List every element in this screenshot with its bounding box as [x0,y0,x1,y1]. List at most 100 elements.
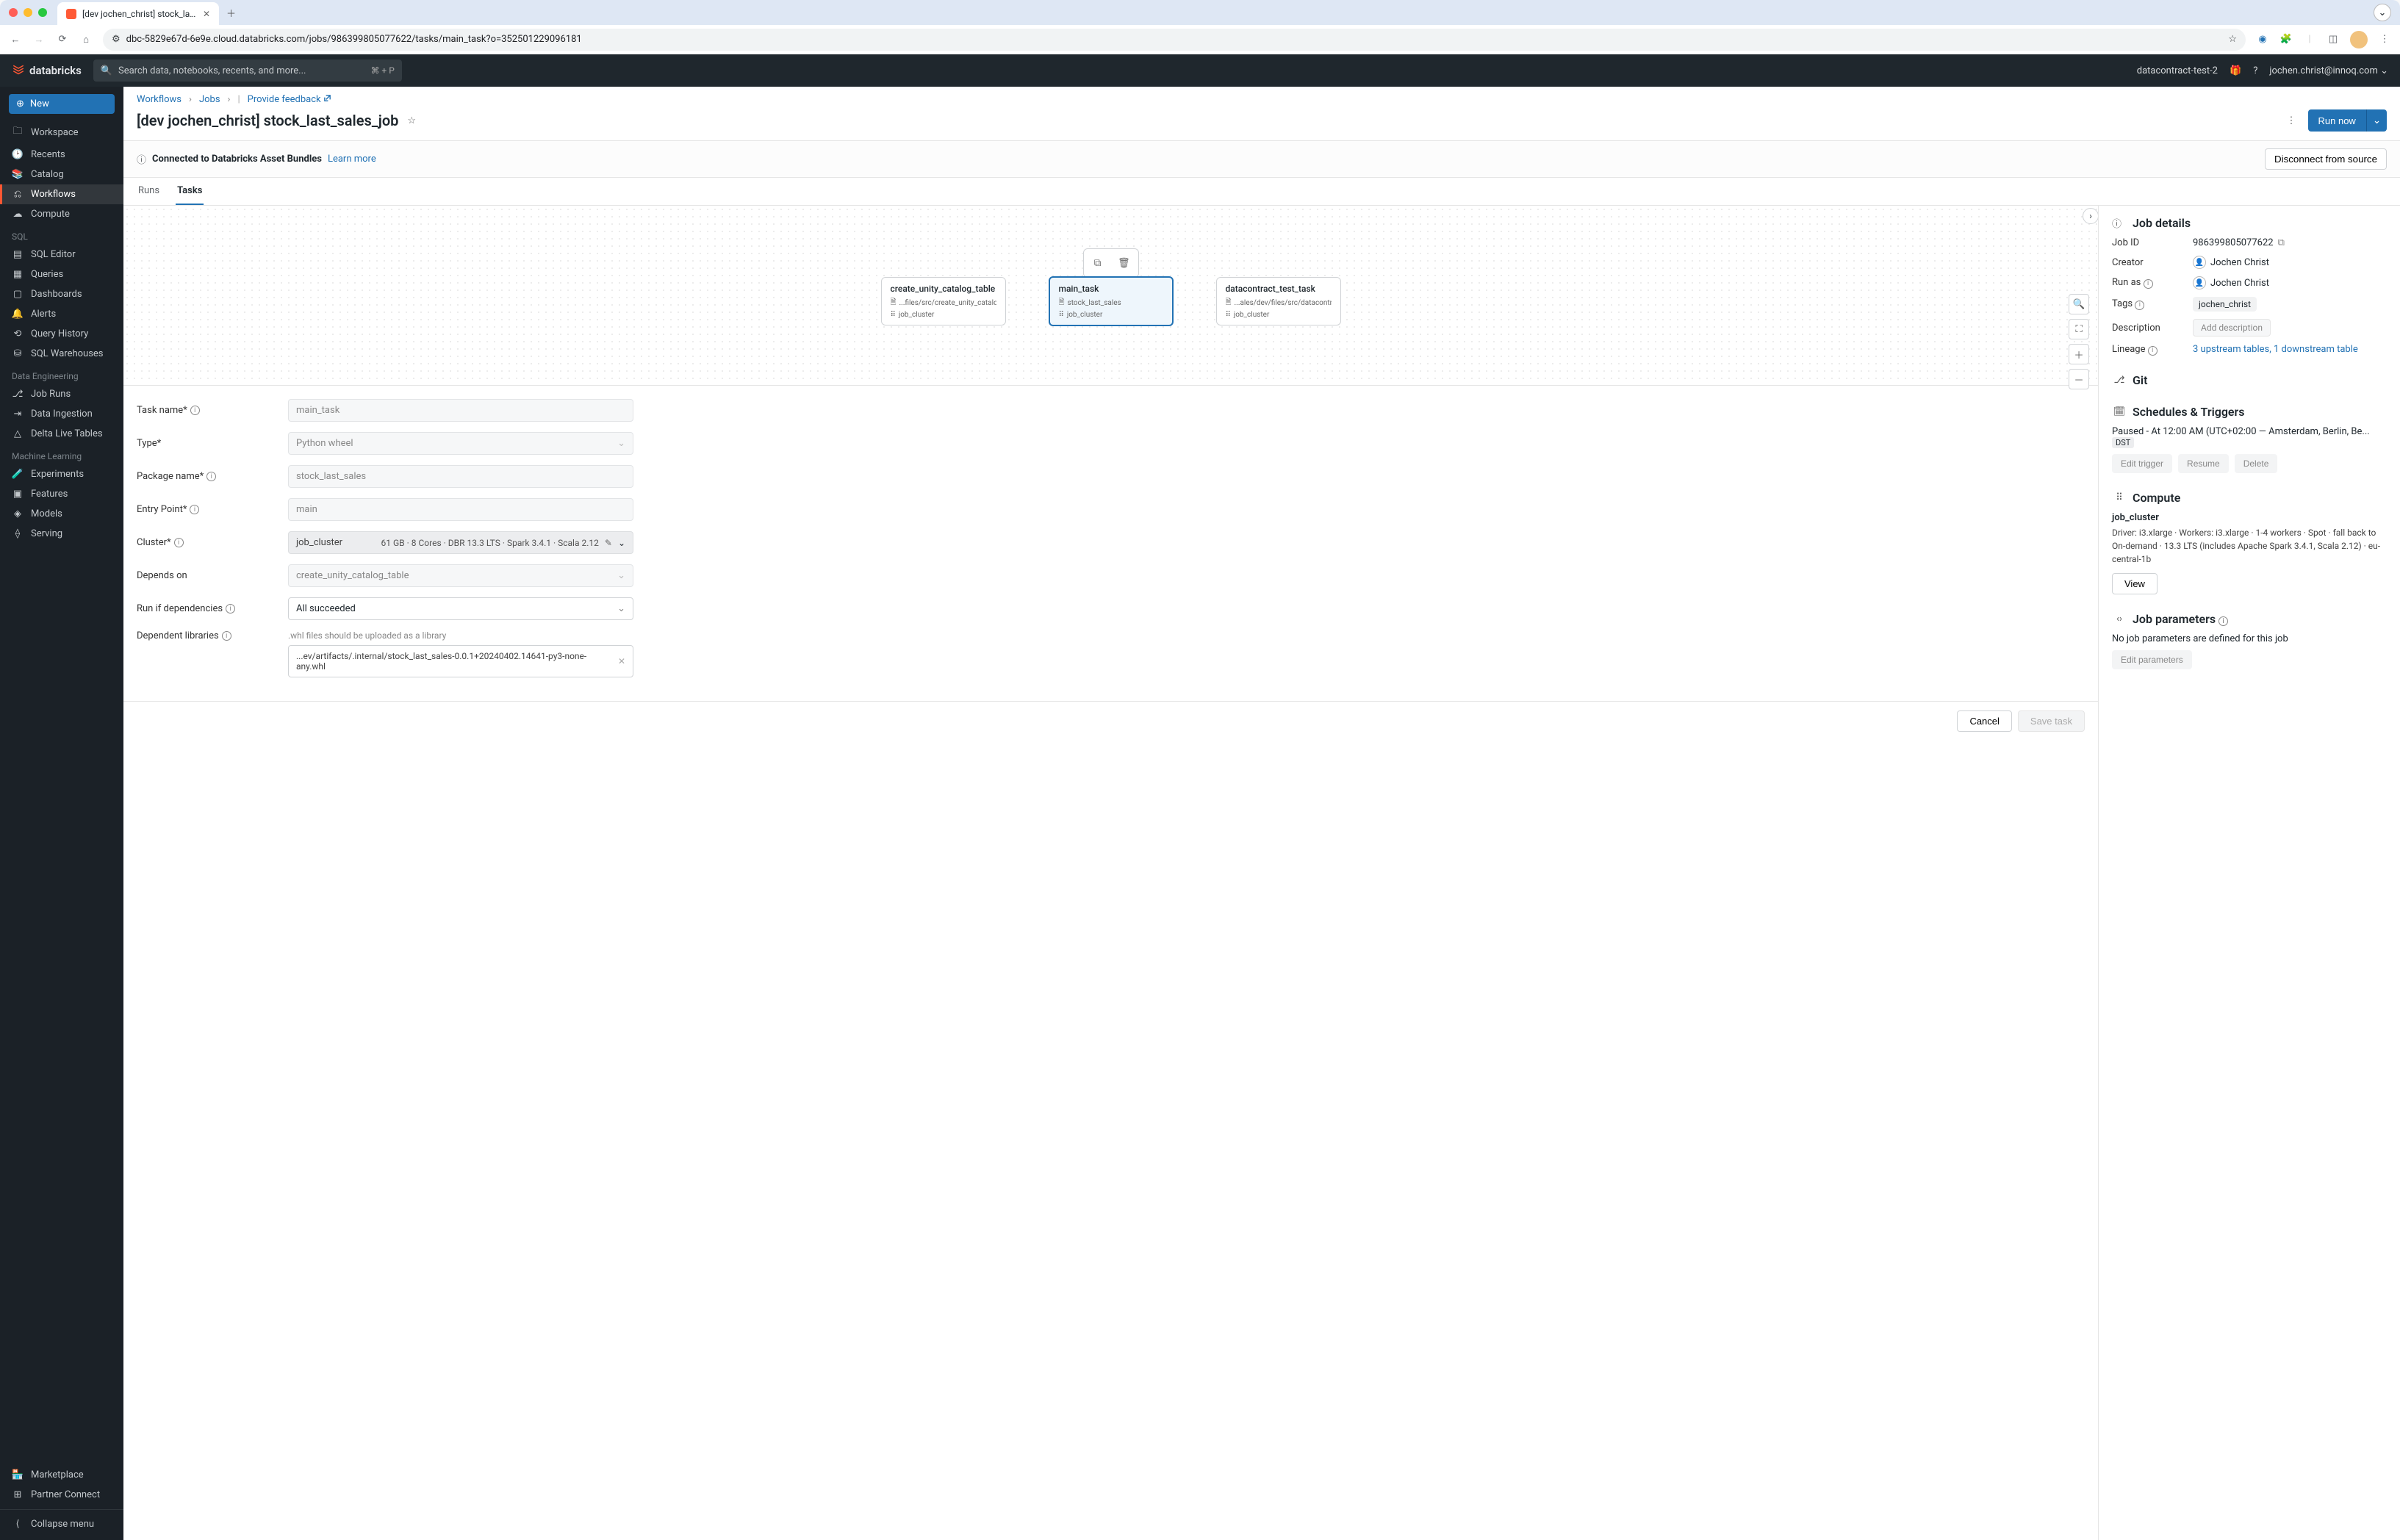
back-icon[interactable]: ← [9,34,22,46]
info-icon[interactable]: i [2135,301,2144,310]
delete-trigger-button[interactable]: Delete [2235,454,2278,473]
add-description-button[interactable]: Add description [2193,319,2271,337]
extensions-puzzle-icon[interactable]: 🧩 [2279,34,2293,45]
sidebar-item-data-ingestion[interactable]: ⇥Data Ingestion [0,404,123,424]
info-icon[interactable]: i [2144,279,2153,289]
new-tab-button[interactable]: ＋ [226,6,236,20]
global-search-input[interactable]: 🔍 Search data, notebooks, recents, and m… [93,60,402,82]
sidebar-item-partner-connect[interactable]: ⊞Partner Connect [0,1485,123,1505]
sidebar-item-serving[interactable]: ⟠Serving [0,524,123,544]
cancel-button[interactable]: Cancel [1957,710,2011,732]
tag-chip[interactable]: jochen_christ [2193,297,2257,312]
side-panel-icon[interactable]: ◫ [2327,34,2340,45]
entry-point-input[interactable]: main [288,498,633,521]
remove-library-icon[interactable]: ✕ [618,656,625,666]
dag-zoom-out-button[interactable]: － [2069,369,2089,389]
lineage-link[interactable]: 3 upstream tables, 1 downstream table [2193,344,2358,355]
copy-task-button[interactable]: ⧉ [1087,252,1109,274]
sidebar-item-experiments[interactable]: 🧪Experiments [0,464,123,484]
window-minimize-icon[interactable] [24,8,32,17]
sidebar-item-delta-live-tables[interactable]: △Delta Live Tables [0,424,123,444]
info-icon[interactable]: i [190,406,200,415]
browser-tab[interactable]: [dev jochen_christ] stock_las... ✕ [57,2,219,26]
type-select[interactable]: Python wheel⌄ [288,432,633,455]
edit-parameters-button[interactable]: Edit parameters [2112,650,2192,669]
favorite-star-icon[interactable]: ☆ [407,115,416,126]
dst-badge: DST [2112,437,2134,448]
sidebar-item-models[interactable]: ◈Models [0,504,123,524]
collapse-details-button[interactable]: › [2083,208,2099,224]
window-close-icon[interactable] [9,8,18,17]
sidebar-item-marketplace[interactable]: 🏪Marketplace [0,1465,123,1485]
sidebar-item-workspace[interactable]: 🗀Workspace [0,120,123,145]
run-now-dropdown[interactable]: ⌄ [2366,109,2387,132]
info-icon[interactable]: i [206,472,216,481]
pencil-icon[interactable]: ✎ [605,538,612,548]
task-node-main-task[interactable]: main_task 🗎stock_last_sales ⠿job_cluster [1049,276,1174,326]
sidebar-item-sql-editor[interactable]: ▤SQL Editor [0,245,123,265]
sidebar-item-compute[interactable]: ☁Compute [0,204,123,224]
reload-icon[interactable]: ⟳ [56,34,69,45]
bookmark-star-icon[interactable]: ☆ [2228,34,2237,45]
sidebar-item-dashboards[interactable]: ▢Dashboards [0,284,123,304]
task-name-input[interactable]: main_task [288,399,633,422]
run-now-button[interactable]: Run now [2308,109,2366,132]
breadcrumb-jobs[interactable]: Jobs [199,94,220,105]
databricks-logo[interactable]: databricks [12,64,82,77]
url-text: dbc-5829e67d-6e9e.cloud.databricks.com/j… [126,34,582,45]
extension-icon[interactable]: ◉ [2256,34,2269,45]
sidebar-item-queries[interactable]: ▦Queries [0,265,123,284]
sidebar-item-workflows[interactable]: ⎌Workflows [0,184,123,204]
workspace-name[interactable]: datacontract-test-2 [2137,65,2218,76]
tab-runs[interactable]: Runs [137,178,161,205]
sidebar-item-catalog[interactable]: 📚Catalog [0,165,123,184]
edit-trigger-button[interactable]: Edit trigger [2112,454,2172,473]
info-icon[interactable]: i [2218,616,2228,626]
tabs-dropdown-icon[interactable]: ⌄ [2374,4,2391,21]
sidebar-item-sql-warehouses[interactable]: ⛁SQL Warehouses [0,344,123,364]
task-node-create-unity-catalog-table[interactable]: create_unity_catalog_table 🗎...files/src… [881,277,1006,325]
chrome-menu-icon[interactable]: ⋮ [2378,34,2391,45]
close-tab-icon[interactable]: ✕ [203,9,210,19]
disconnect-button[interactable]: Disconnect from source [2265,148,2387,170]
help-icon[interactable]: ? [2253,65,2257,76]
kebab-menu-button[interactable]: ⋮ [2280,112,2302,129]
delete-task-button[interactable]: 🗑 [1113,252,1135,274]
home-icon[interactable]: ⌂ [79,34,93,46]
learn-more-link[interactable]: Learn more [328,154,376,165]
sidebar-item-features[interactable]: ▣Features [0,484,123,504]
sidebar-item-collapse-menu[interactable]: ⟨Collapse menu [0,1514,123,1534]
dag-canvas[interactable]: ⧉ 🗑 create_unity_catalog_table 🗎...files… [123,206,2098,386]
dag-zoom-in-button[interactable]: ＋ [2069,344,2089,364]
run-if-select[interactable]: All succeeded⌄ [288,597,633,620]
provide-feedback-link[interactable]: Provide feedback [248,94,331,105]
window-maximize-icon[interactable] [38,8,47,17]
url-bar[interactable]: ⚙ dbc-5829e67d-6e9e.cloud.databricks.com… [103,29,2246,51]
gift-icon[interactable]: 🎁 [2230,65,2241,76]
breadcrumb-workflows[interactable]: Workflows [137,94,182,105]
view-compute-button[interactable]: View [2112,573,2158,594]
dependent-library-input[interactable]: ...ev/artifacts/.internal/stock_last_sal… [288,645,633,677]
new-button[interactable]: ⊕ New [9,94,115,114]
tab-tasks[interactable]: Tasks [176,178,204,205]
sidebar-item-job-runs[interactable]: ⎇Job Runs [0,384,123,404]
copy-icon[interactable]: ⧉ [2278,237,2285,248]
info-icon[interactable]: i [190,505,199,514]
package-name-input[interactable]: stock_last_sales [288,465,633,488]
dag-fullscreen-button[interactable]: ⛶ [2069,319,2089,339]
depends-on-select[interactable]: create_unity_catalog_table⌄ [288,564,633,587]
dag-search-button[interactable]: 🔍 [2069,294,2089,314]
sidebar-item-alerts[interactable]: 🔔Alerts [0,304,123,324]
sidebar-item-query-history[interactable]: ⟲Query History [0,324,123,344]
user-menu[interactable]: jochen.christ@innoq.com ⌄ [2269,65,2388,76]
info-icon[interactable]: i [226,604,235,614]
site-settings-icon[interactable]: ⚙ [112,34,121,45]
info-icon[interactable]: i [2148,346,2158,356]
resume-trigger-button[interactable]: Resume [2178,454,2229,473]
cluster-select[interactable]: job_cluster 61 GB · 8 Cores · DBR 13.3 L… [288,531,633,554]
info-icon[interactable]: i [174,538,184,547]
profile-avatar[interactable] [2350,31,2368,48]
sidebar-item-recents[interactable]: 🕑Recents [0,145,123,165]
task-node-datacontract-test[interactable]: datacontract_test_task 🗎...ales/dev/file… [1216,277,1341,325]
info-icon[interactable]: i [222,631,231,641]
